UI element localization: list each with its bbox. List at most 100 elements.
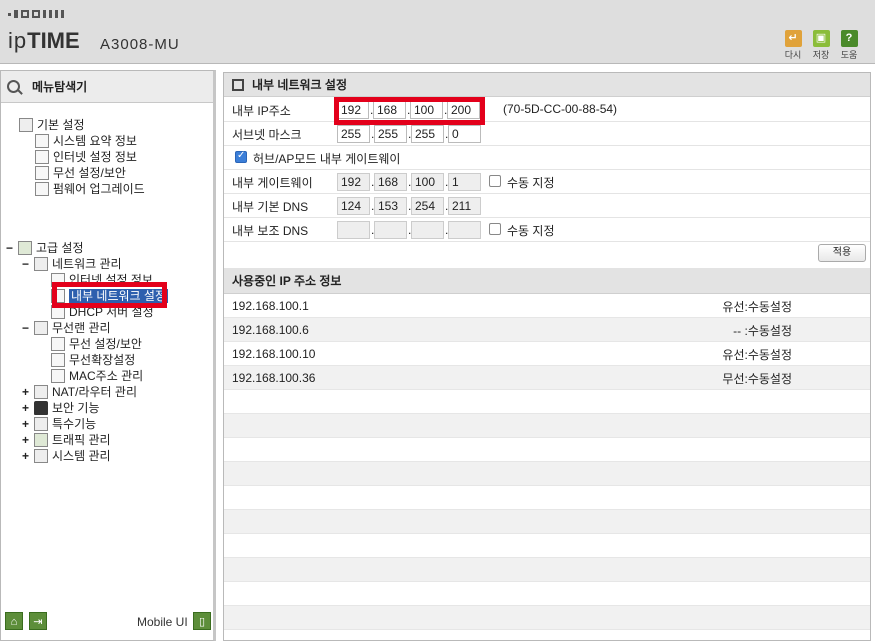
mobile-ui-link[interactable]: Mobile UI (137, 615, 188, 629)
traffic-chart-icon (34, 433, 48, 447)
hub-mode-checkbox[interactable] (235, 150, 247, 163)
tree-system-management[interactable]: + 시스템 관리 (21, 448, 111, 464)
wifi-icon (35, 166, 49, 180)
home-icon[interactable]: ⌂ (5, 612, 23, 630)
main-panel: 내부 네트워크 설정 내부 IP주소 192 . 168 . 100 . 200… (223, 72, 871, 641)
expand-icon[interactable]: + (21, 432, 30, 448)
tree-wireless-management[interactable]: − 무선랜 관리 (21, 320, 111, 336)
network-icon (34, 257, 48, 271)
dns2-octet-3[interactable] (411, 221, 444, 239)
empty-row (224, 510, 870, 534)
row-dns2: 내부 보조 DNS . . . 수동 지정 (224, 218, 870, 242)
wifi-icon (34, 321, 48, 335)
settings-page-icon (232, 79, 244, 91)
page-icon (51, 337, 65, 351)
expand-icon[interactable]: + (21, 400, 30, 416)
tree-traffic-management[interactable]: + 트래픽 관리 (21, 432, 111, 448)
empty-row (224, 486, 870, 510)
apply-button[interactable]: 적용 (818, 244, 866, 262)
subnet-octet-2[interactable]: 255 (374, 125, 407, 143)
tree-item-internet-info[interactable]: 인터넷 설정 정보 (35, 149, 137, 165)
dns2-octet-2[interactable] (374, 221, 407, 239)
mobile-icon[interactable]: ▯ (193, 612, 211, 630)
ip-highlight-box (334, 97, 485, 125)
gateway-manual-checkbox[interactable] (489, 175, 501, 187)
subnet-octet-4[interactable]: 0 (448, 125, 481, 143)
lock-icon (34, 401, 48, 415)
gateway-octet-2[interactable]: 168 (374, 173, 407, 191)
chart-icon (35, 134, 49, 148)
gateway-octet-1[interactable]: 192 (337, 173, 370, 191)
router-icon (34, 385, 48, 399)
undo-button[interactable]: ↵ 다시 (782, 30, 804, 61)
monitor-icon (35, 150, 49, 164)
sidebar-title: 메뉴탐색기 (32, 80, 88, 94)
tree-item-system-summary[interactable]: 시스템 요약 정보 (35, 133, 137, 149)
tree-advanced-settings[interactable]: − 고급 설정 (5, 240, 84, 256)
tree-item-wireless-security-adv[interactable]: 무선 설정/보안 (51, 336, 142, 352)
section-title: 내부 네트워크 설정 (224, 73, 870, 97)
ip-list-row: 192.168.100.10 유선:수동설정 (224, 342, 870, 366)
empty-row (224, 390, 870, 414)
special-icon (34, 417, 48, 431)
sidebar: 메뉴탐색기 기본 설정 시스템 요약 정보 인터넷 설정 정보 무선 설정/보안… (0, 70, 216, 641)
expand-icon[interactable]: + (21, 384, 30, 400)
subnet-octet-3[interactable]: 255 (411, 125, 444, 143)
gateway-octet-4[interactable]: 1 (448, 173, 481, 191)
tree-item-wireless-security[interactable]: 무선 설정/보안 (35, 165, 126, 181)
dns1-octet-3[interactable]: 254 (411, 197, 444, 215)
empty-row (224, 606, 870, 630)
tree-security[interactable]: + 보안 기능 (21, 400, 100, 416)
brand-logo: ipTIME (8, 28, 80, 53)
empty-row (224, 462, 870, 486)
help-button[interactable]: ? 도움 (838, 30, 860, 61)
dns1-octet-4[interactable]: 211 (448, 197, 481, 215)
tree-item-firmware-upgrade[interactable]: 펌웨어 업그레이드 (35, 181, 145, 197)
dns-manual-checkbox[interactable] (489, 223, 501, 235)
folder-icon (18, 241, 32, 255)
logout-icon[interactable]: ⇥ (29, 612, 47, 630)
empty-row (224, 438, 870, 462)
dns1-octet-1[interactable]: 124 (337, 197, 370, 215)
page-icon (51, 369, 65, 383)
logo-dots (8, 10, 65, 18)
dns2-octet-1[interactable] (337, 221, 370, 239)
gateway-octet-3[interactable]: 100 (411, 173, 444, 191)
collapse-icon[interactable]: − (21, 320, 30, 336)
collapse-icon[interactable]: − (21, 256, 30, 272)
sidebar-footer: ⌂ ⇥ Mobile UI ▯ (5, 612, 211, 632)
selection-highlight (52, 282, 167, 308)
subnet-octet-1[interactable]: 255 (337, 125, 370, 143)
undo-icon: ↵ (784, 30, 802, 47)
sidebar-header: 메뉴탐색기 (1, 71, 213, 103)
tree-item-mac-management[interactable]: MAC주소 관리 (51, 368, 143, 384)
page-icon (51, 353, 65, 367)
expand-icon[interactable]: + (21, 416, 30, 432)
redacted-block (337, 319, 457, 341)
empty-row (224, 414, 870, 438)
tree-basic-settings[interactable]: 기본 설정 (19, 117, 85, 133)
dns1-octet-2[interactable]: 153 (374, 197, 407, 215)
ip-list-row: 192.168.100.36 무선:수동설정 (224, 366, 870, 390)
tree-nat-router[interactable]: + NAT/라우터 관리 (21, 384, 137, 400)
empty-row (224, 582, 870, 606)
expand-icon[interactable]: + (21, 448, 30, 464)
collapse-icon[interactable]: − (5, 240, 14, 256)
header: ipTIME A3008-MU ↵ 다시 ▣ 저장 ? 도움 (0, 0, 875, 64)
help-icon: ? (840, 30, 858, 47)
redacted-block (337, 343, 457, 365)
save-button[interactable]: ▣ 저장 (810, 30, 832, 61)
upgrade-icon (35, 182, 49, 196)
redacted-block (337, 367, 457, 389)
tree-item-wireless-extension[interactable]: 무선확장설정 (51, 352, 135, 368)
save-icon: ▣ (812, 30, 830, 47)
ip-list-row: 192.168.100.6 -- :수동설정 (224, 318, 870, 342)
folder-icon (19, 118, 33, 132)
tree-special-features[interactable]: + 특수기능 (21, 416, 96, 432)
empty-row (224, 534, 870, 558)
tree-network-management[interactable]: − 네트워크 관리 (21, 256, 122, 272)
dns2-octet-4[interactable] (448, 221, 481, 239)
system-icon (34, 449, 48, 463)
ip-list-row: 192.168.100.1 유선:수동설정 (224, 294, 870, 318)
row-subnet: 서브넷 마스크 255 . 255 . 255 . 0 (224, 122, 870, 146)
